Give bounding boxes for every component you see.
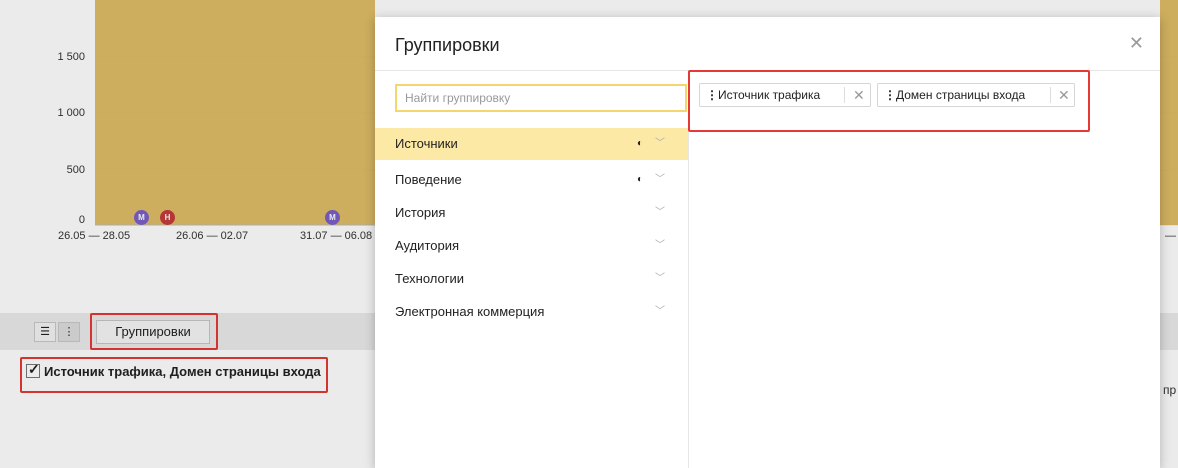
- category-label: Источники: [395, 136, 458, 151]
- chevron-down-icon: ﹀: [655, 306, 665, 317]
- remove-icon[interactable]: ✕: [853, 84, 865, 106]
- category-history[interactable]: История ﹀: [375, 197, 688, 229]
- modal-title: Группировки: [395, 35, 500, 55]
- category-technologies[interactable]: Технологии ﹀: [375, 263, 688, 295]
- half-circle-icon: ◐: [637, 138, 644, 149]
- drag-handle-icon[interactable]: ⋮: [706, 84, 718, 106]
- category-ecommerce[interactable]: Электронная коммерция ﹀: [375, 296, 688, 328]
- groupings-modal: Группировки ✕ Источники ◐ ﹀ Поведение ◐ …: [375, 17, 1160, 468]
- category-label: Поведение: [395, 172, 462, 187]
- category-audience[interactable]: Аудитория ﹀: [375, 230, 688, 262]
- category-label: Аудитория: [395, 238, 460, 253]
- chip-divider: [844, 87, 845, 103]
- chevron-down-icon: ﹀: [655, 273, 665, 284]
- half-circle-icon: ◐: [637, 174, 644, 185]
- chevron-down-icon: ﹀: [655, 207, 665, 218]
- category-sources[interactable]: Источники ◐ ﹀: [375, 128, 688, 160]
- chip-label: Домен страницы входа: [896, 88, 1026, 102]
- category-label: История: [395, 205, 446, 220]
- chevron-down-icon: ﹀: [655, 174, 665, 185]
- selected-grouping-chip[interactable]: ⋮ Источник трафика ✕: [699, 83, 871, 107]
- search-input[interactable]: [395, 84, 687, 112]
- chip-label: Источник трафика: [718, 88, 821, 102]
- remove-icon[interactable]: ✕: [1058, 84, 1070, 106]
- chip-divider: [1050, 87, 1051, 103]
- drag-handle-icon[interactable]: ⋮: [884, 84, 896, 106]
- close-icon[interactable]: ✕: [1129, 33, 1144, 54]
- chevron-down-icon: ﹀: [655, 138, 665, 149]
- category-behavior[interactable]: Поведение ◐ ﹀: [375, 164, 688, 196]
- chevron-down-icon: ﹀: [655, 240, 665, 251]
- category-label: Технологии: [395, 271, 465, 286]
- category-label: Электронная коммерция: [395, 304, 545, 319]
- selected-grouping-chip[interactable]: ⋮ Домен страницы входа ✕: [877, 83, 1075, 107]
